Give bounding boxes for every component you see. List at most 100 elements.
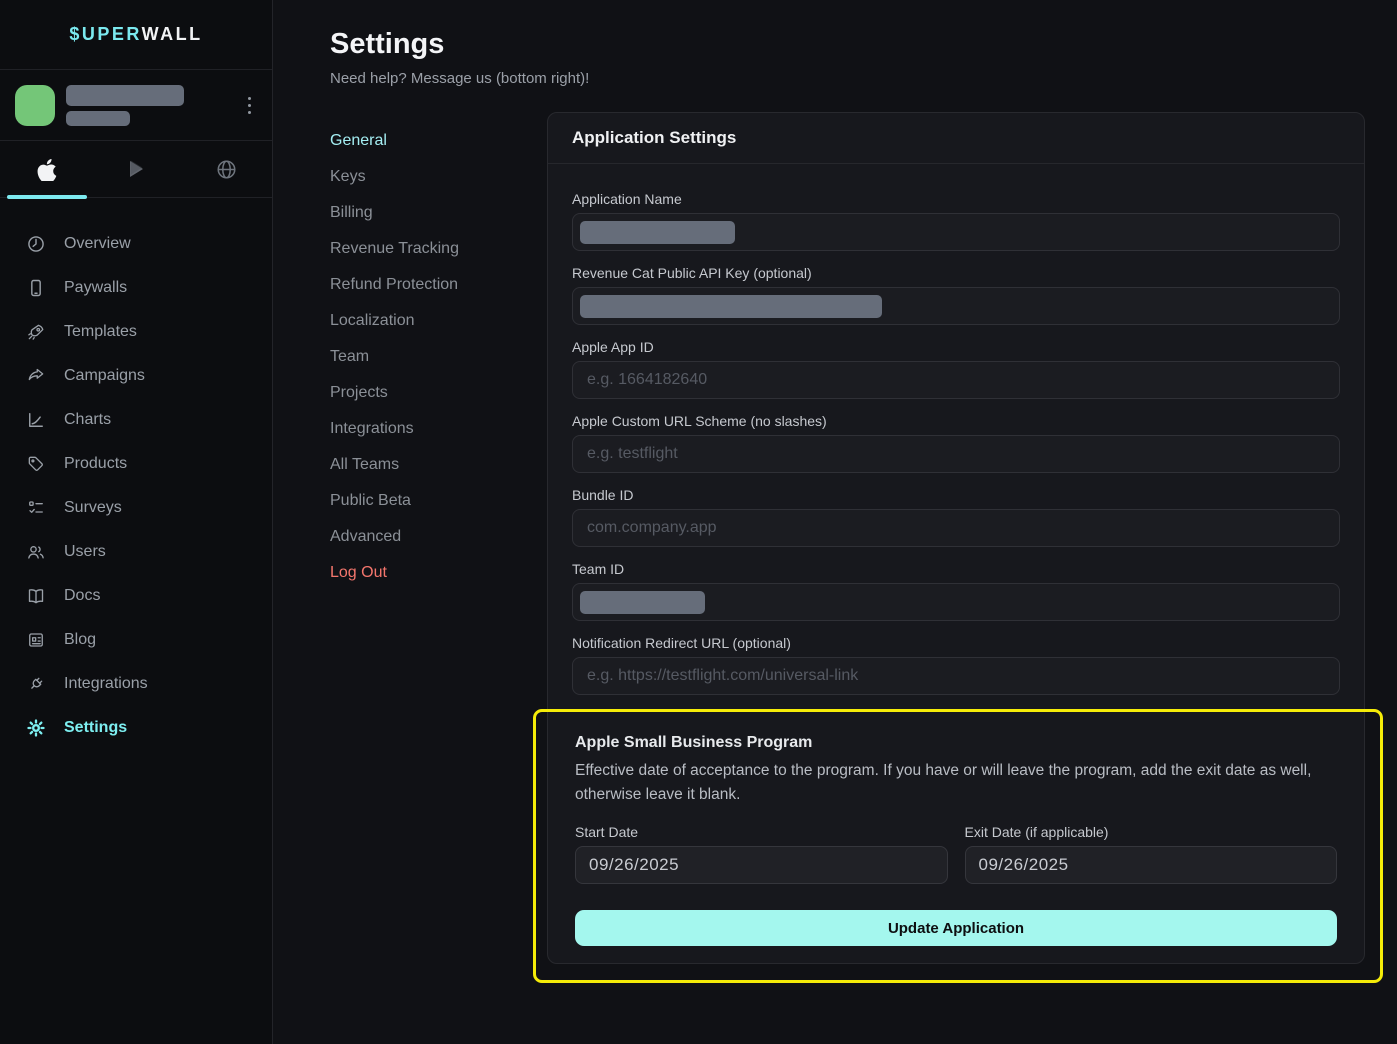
plug-icon [26, 674, 46, 694]
sidebar-item-overview[interactable]: Overview [0, 222, 272, 266]
sidebar-item-label: Templates [64, 323, 137, 341]
book-icon [26, 586, 46, 606]
exit-date-input[interactable] [965, 846, 1338, 884]
page-title: Settings [330, 28, 1365, 61]
field-label: Apple Custom URL Scheme (no slashes) [572, 413, 1340, 429]
sidebar-item-templates[interactable]: Templates [0, 310, 272, 354]
sidebar-item-campaigns[interactable]: Campaigns [0, 354, 272, 398]
start-date-input[interactable] [575, 846, 948, 884]
sidebar: $UPERWALL Overview [0, 0, 273, 1044]
field-start-date: Start Date [575, 824, 948, 884]
field-bundle-id: Bundle ID [572, 487, 1340, 547]
field-apple-url-scheme: Apple Custom URL Scheme (no slashes) [572, 413, 1340, 473]
sidebar-item-settings[interactable]: Settings [0, 706, 272, 750]
redacted-value [580, 221, 735, 244]
field-team-id: Team ID [572, 561, 1340, 621]
settings-nav-general[interactable]: General [330, 123, 547, 159]
settings-nav-advanced[interactable]: Advanced [330, 519, 547, 555]
main-content: Settings Need help? Message us (bottom r… [274, 0, 1397, 1044]
sidebar-item-label: Settings [64, 719, 127, 737]
settings-nav-log-out[interactable]: Log Out [330, 555, 547, 591]
workspace-name-redacted [66, 85, 240, 126]
newspaper-icon [26, 630, 46, 650]
superwall-logo[interactable]: $UPERWALL [69, 24, 202, 45]
logo-rest: WALL [142, 24, 203, 44]
apple-app-id-input[interactable] [572, 361, 1340, 399]
play-icon [124, 157, 148, 181]
field-label: Apple App ID [572, 339, 1340, 355]
exit-date-label: Exit Date (if applicable) [965, 824, 1338, 840]
sidebar-item-label: Surveys [64, 499, 122, 517]
sidebar-item-surveys[interactable]: Surveys [0, 486, 272, 530]
notification-redirect-url-input[interactable] [572, 657, 1340, 695]
settings-nav-keys[interactable]: Keys [330, 159, 547, 195]
tag-icon [26, 454, 46, 474]
tab-apple[interactable] [0, 141, 91, 197]
settings-nav-team[interactable]: Team [330, 339, 547, 375]
settings-nav-revenue-tracking[interactable]: Revenue Tracking [330, 231, 547, 267]
sidebar-item-docs[interactable]: Docs [0, 574, 272, 618]
sidebar-item-label: Paywalls [64, 279, 127, 297]
application-name-input[interactable] [572, 213, 1340, 251]
apple-small-business-program-section: Apple Small Business Program Effective d… [533, 709, 1383, 983]
field-application-name: Application Name [572, 191, 1340, 251]
sidebar-item-charts[interactable]: Charts [0, 398, 272, 442]
kebab-menu-icon[interactable] [240, 97, 258, 114]
team-id-input[interactable] [572, 583, 1340, 621]
logo-accent: $UPER [69, 24, 141, 44]
workspace-avatar[interactable] [15, 85, 55, 126]
panel-title: Application Settings [548, 113, 1364, 164]
smartphone-icon [26, 278, 46, 298]
settings-nav-public-beta[interactable]: Public Beta [330, 483, 547, 519]
sidebar-item-label: Users [64, 543, 106, 561]
sidebar-item-integrations[interactable]: Integrations [0, 662, 272, 706]
field-label: Team ID [572, 561, 1340, 577]
tab-web[interactable] [181, 141, 272, 197]
field-label: Revenue Cat Public API Key (optional) [572, 265, 1340, 281]
settings-nav-integrations[interactable]: Integrations [330, 411, 547, 447]
settings-nav-all-teams[interactable]: All Teams [330, 447, 547, 483]
tab-google-play[interactable] [91, 141, 182, 197]
sidebar-item-products[interactable]: Products [0, 442, 272, 486]
gear-icon [26, 718, 46, 738]
apple-icon [34, 158, 57, 181]
sidebar-item-label: Overview [64, 235, 131, 253]
sidebar-item-label: Blog [64, 631, 96, 649]
globe-icon [215, 158, 238, 181]
sidebar-item-blog[interactable]: Blog [0, 618, 272, 662]
field-exit-date: Exit Date (if applicable) [965, 824, 1338, 884]
platform-tabs [0, 141, 272, 198]
settings-nav-localization[interactable]: Localization [330, 303, 547, 339]
redacted-workspace-title [66, 85, 184, 106]
field-label: Application Name [572, 191, 1340, 207]
logo-row: $UPERWALL [0, 0, 272, 70]
page-subtitle: Need help? Message us (bottom right)! [330, 70, 1365, 87]
workspace-row[interactable] [0, 70, 272, 141]
settings-nav-projects[interactable]: Projects [330, 375, 547, 411]
redacted-workspace-subtitle [66, 111, 130, 126]
sidebar-item-paywalls[interactable]: Paywalls [0, 266, 272, 310]
settings-nav-billing[interactable]: Billing [330, 195, 547, 231]
users-icon [26, 542, 46, 562]
bundle-id-input[interactable] [572, 509, 1340, 547]
sbp-title: Apple Small Business Program [575, 734, 1337, 752]
settings-nav-refund-protection[interactable]: Refund Protection [330, 267, 547, 303]
clock-icon [26, 234, 46, 254]
apple-url-scheme-input[interactable] [572, 435, 1340, 473]
redacted-value [580, 295, 882, 318]
settings-nav: General Keys Billing Revenue Tracking Re… [330, 112, 547, 964]
sbp-description: Effective date of acceptance to the prog… [575, 759, 1337, 807]
sidebar-item-users[interactable]: Users [0, 530, 272, 574]
rocket-icon [26, 322, 46, 342]
checklist-icon [26, 498, 46, 518]
field-label: Notification Redirect URL (optional) [572, 635, 1340, 651]
revenuecat-api-key-input[interactable] [572, 287, 1340, 325]
chart-icon [26, 410, 46, 430]
update-application-button[interactable]: Update Application [575, 910, 1337, 946]
field-notification-redirect-url: Notification Redirect URL (optional) [572, 635, 1340, 695]
sidebar-item-label: Docs [64, 587, 100, 605]
start-date-label: Start Date [575, 824, 948, 840]
field-label: Bundle ID [572, 487, 1340, 503]
redacted-value [580, 591, 705, 614]
share-arrow-icon [26, 366, 46, 386]
